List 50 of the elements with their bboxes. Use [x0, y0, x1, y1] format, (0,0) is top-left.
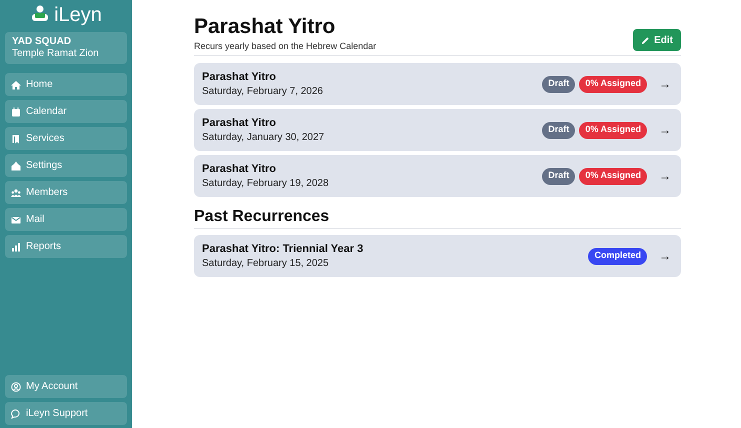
occurrence-title: Parashat Yitro	[202, 70, 277, 84]
edit-button[interactable]: Edit	[633, 29, 681, 51]
mail-icon	[11, 214, 21, 224]
book-icon	[11, 134, 21, 144]
status-badge: 0% Assigned	[579, 122, 647, 138]
occurrence-card[interactable]: Parashat Yitro: Triennial Year 3 Saturday, February 15, 2025 Completed →	[194, 235, 681, 277]
status-badge: 0% Assigned	[579, 168, 647, 184]
status-badge: 0% Assigned	[579, 76, 647, 92]
organization-name: YAD SQUAD	[12, 36, 72, 48]
user-circle-icon	[11, 382, 21, 392]
occurrence-card[interactable]: Parashat Yitro Saturday, January 30, 2027 Draft 0% Assigned →	[194, 109, 681, 151]
arrow-icon: →	[659, 75, 671, 93]
sidebar-item[interactable]: Members	[5, 181, 127, 204]
section-heading: Past Recurrences	[194, 207, 681, 229]
pencil-icon	[641, 36, 650, 44]
logo-text: iLeyn	[54, 4, 102, 24]
sidebar-item[interactable]: iLeyn Support	[5, 402, 127, 425]
building-icon	[11, 160, 21, 170]
occurrence-title: Parashat Yitro: Triennial Year 3	[202, 242, 364, 256]
occurrence-date: Saturday, February 7, 2026	[202, 84, 324, 98]
chat-icon	[11, 408, 21, 418]
sidebar-item[interactable]: Reports	[5, 235, 127, 258]
arrow-icon: →	[659, 121, 671, 139]
users-icon	[11, 188, 21, 198]
calendar-icon	[11, 106, 21, 116]
occurrence-title: Parashat Yitro	[202, 162, 277, 176]
sidebar-item[interactable]: Home	[5, 73, 127, 96]
sidebar-item[interactable]: Settings	[5, 154, 127, 177]
occurrence-card[interactable]: Parashat Yitro Saturday, February 19, 2028 Draft 0% Assigned →	[194, 155, 681, 197]
organization-subtitle: Temple Ramat Zion	[12, 48, 100, 60]
status-badge: Completed	[588, 248, 647, 264]
bar-chart-icon	[11, 242, 21, 252]
sidebar-item[interactable]: Services	[5, 127, 127, 150]
arrow-icon: →	[659, 167, 671, 185]
sidebar-item[interactable]: My Account	[5, 375, 127, 398]
page-title: Parashat Yitro	[194, 14, 336, 40]
home-icon	[11, 80, 21, 90]
occurrence-date: Saturday, February 19, 2028	[202, 176, 330, 190]
sidebar-item[interactable]: Calendar	[5, 100, 127, 123]
occurrence-card[interactable]: Parashat Yitro Saturday, February 7, 2026 Draft 0% Assigned →	[194, 63, 681, 105]
status-badge: Draft	[542, 76, 576, 92]
organization-card[interactable]: YAD SQUAD Temple Ramat Zion	[5, 32, 127, 64]
occurrence-date: Saturday, January 30, 2027	[202, 130, 326, 144]
sidebar-item[interactable]: Mail	[5, 208, 127, 231]
occurrence-title: Parashat Yitro	[202, 116, 277, 130]
arrow-icon: →	[659, 247, 671, 265]
status-badge: Draft	[542, 168, 576, 184]
page-subtitle: Recurs yearly based on the Hebrew Calendar	[194, 40, 376, 52]
occurrence-date: Saturday, February 15, 2025	[202, 256, 330, 270]
status-badge: Draft	[542, 122, 576, 138]
